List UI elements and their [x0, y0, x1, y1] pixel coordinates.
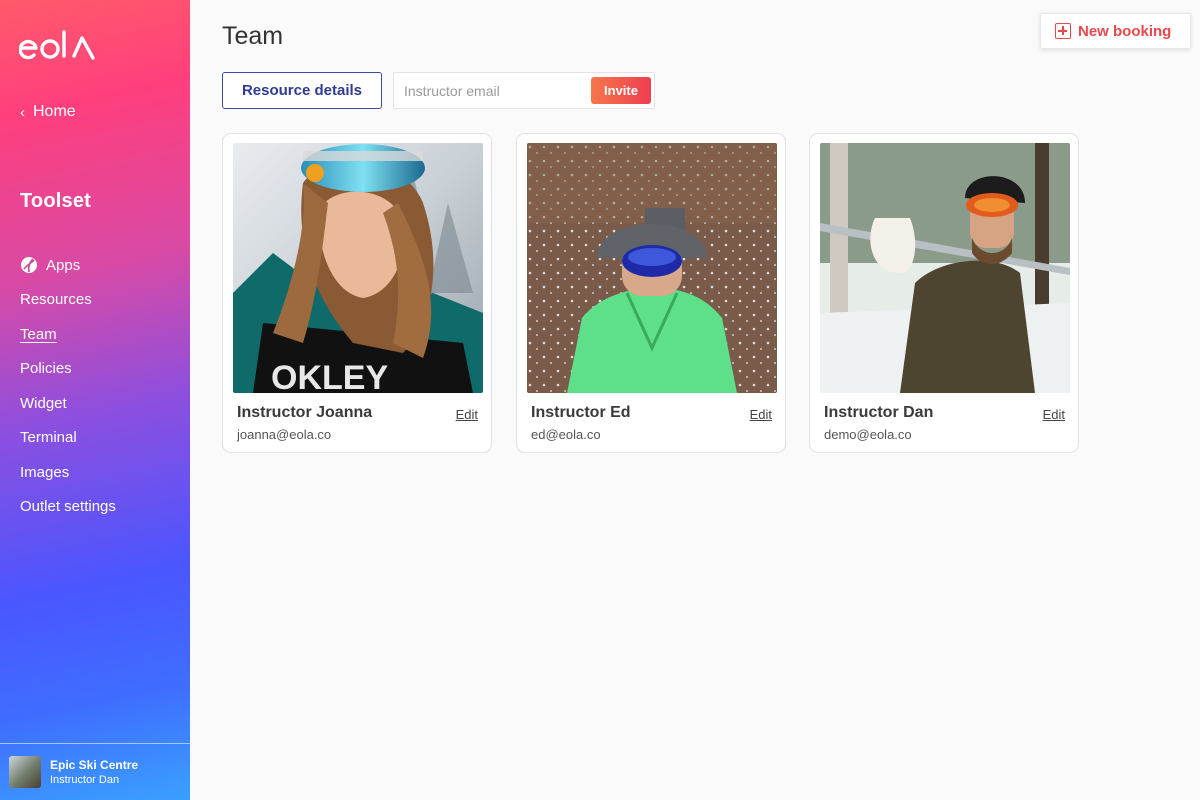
home-label: Home — [33, 103, 76, 120]
edit-link[interactable]: Edit — [456, 407, 478, 422]
sidebar-item-label: Widget — [20, 394, 67, 412]
edit-link[interactable]: Edit — [750, 407, 772, 422]
page-title: Team — [222, 22, 284, 50]
sidebar-item-label: Team — [20, 325, 57, 343]
sidebar-item-images[interactable]: Images — [20, 455, 116, 490]
sidebar-item-policies[interactable]: Policies — [20, 352, 116, 387]
instructor-photo — [820, 143, 1070, 393]
invite-form: Invite — [393, 72, 655, 109]
instructor-photo — [527, 143, 777, 393]
resource-details-button[interactable]: Resource details — [222, 72, 382, 109]
sidebar-item-label: Images — [20, 463, 70, 481]
sidebar-item-label: Policies — [20, 360, 72, 378]
new-booking-label: New booking — [1078, 22, 1172, 40]
team-card: Instructor Dan Edit demo@eola.co — [809, 133, 1079, 453]
instructor-name: Instructor Dan — [824, 404, 934, 421]
sidebar-item-outlet-settings[interactable]: Outlet settings — [20, 490, 116, 525]
team-card: Instructor Ed Edit ed@eola.co — [516, 133, 786, 453]
edit-link[interactable]: Edit — [1043, 407, 1065, 422]
svg-text:OKLEY: OKLEY — [271, 359, 388, 393]
eola-logo[interactable] — [19, 28, 97, 64]
instructor-email-input[interactable] — [394, 73, 589, 108]
sidebar-nav: Apps Resources Team Policies Widget Term… — [20, 248, 116, 524]
instructor-photo: OKLEY — [233, 143, 483, 393]
sidebar-item-label: Terminal — [20, 429, 77, 447]
apps-icon — [21, 257, 37, 274]
account-org: Epic Ski Centre — [50, 758, 139, 772]
plus-square-icon — [1055, 23, 1071, 39]
sidebar-item-team[interactable]: Team — [20, 317, 116, 352]
instructor-name: Instructor Joanna — [237, 404, 373, 421]
instructor-name: Instructor Ed — [531, 404, 631, 421]
instructor-email: ed@eola.co — [531, 427, 601, 442]
home-link[interactable]: ‹ Home — [20, 103, 76, 121]
chevron-left-icon: ‹ — [20, 103, 25, 121]
new-booking-button[interactable]: New booking — [1040, 13, 1191, 49]
account-user: Instructor Dan — [50, 774, 120, 786]
sidebar-item-label: Outlet settings — [20, 498, 116, 516]
sidebar-item-terminal[interactable]: Terminal — [20, 421, 116, 456]
instructor-email: joanna@eola.co — [237, 427, 332, 442]
sidebar-item-label: Resources — [20, 291, 92, 309]
section-title: Toolset — [20, 190, 92, 212]
sidebar-item-resources[interactable]: Resources — [20, 283, 116, 318]
sidebar-item-label: Apps — [46, 256, 81, 274]
account-switcher[interactable]: Epic Ski Centre Instructor Dan — [0, 743, 190, 800]
sidebar-item-widget[interactable]: Widget — [20, 386, 116, 421]
invite-button[interactable]: Invite — [591, 77, 651, 104]
team-card: OKLEY Instructor Joanna Edit joanna@eola… — [222, 133, 492, 453]
avatar — [9, 756, 41, 788]
instructor-email: demo@eola.co — [824, 427, 912, 442]
sidebar: ‹ Home Toolset Apps Resources Team Polic… — [0, 0, 190, 800]
sidebar-item-apps[interactable]: Apps — [20, 248, 116, 283]
